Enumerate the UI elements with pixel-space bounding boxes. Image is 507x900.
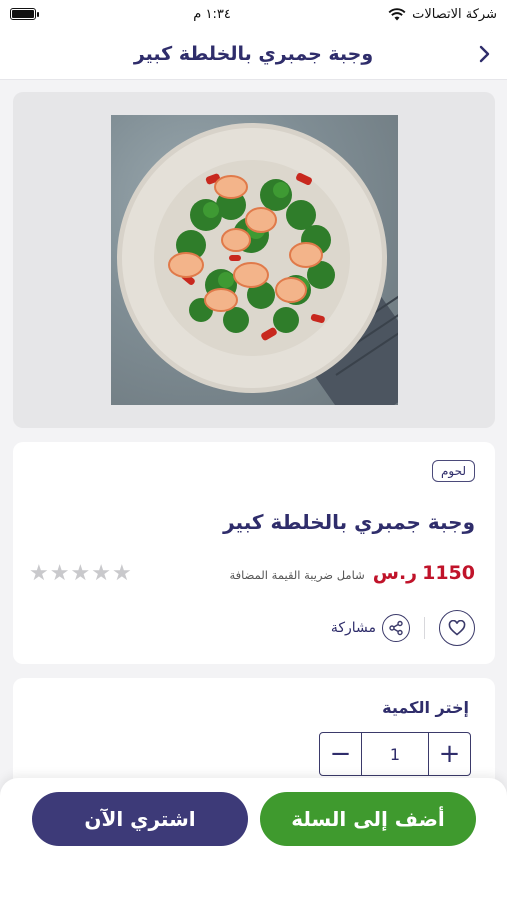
favorite-button[interactable]: [439, 610, 475, 646]
actions-divider: [424, 617, 425, 639]
increase-quantity-button[interactable]: +: [428, 733, 470, 775]
product-image-card: [13, 92, 495, 428]
decrease-quantity-button[interactable]: −: [320, 733, 362, 775]
quantity-title: إختر الكمية: [382, 698, 469, 717]
share-button[interactable]: مشاركة: [331, 614, 410, 642]
product-info-card: لحوم وجبة جمبري بالخلطة كبير 1150 ر.س شا…: [13, 442, 495, 664]
wifi-icon: [388, 7, 406, 21]
share-label: مشاركة: [330, 620, 376, 636]
star-icon[interactable]: ★: [70, 563, 90, 585]
status-left: [10, 8, 39, 20]
app-header: وجبة جمبري بالخلطة كبير: [0, 28, 507, 80]
page-title: وجبة جمبري بالخلطة كبير: [133, 42, 374, 65]
status-bar: ١:٣٤ م شركة الاتصالات: [0, 0, 507, 28]
price-currency: ر.س: [372, 562, 418, 584]
quantity-stepper: − 1 +: [319, 732, 471, 776]
heart-icon: [448, 620, 466, 636]
battery-icon: [10, 8, 39, 20]
chevron-right-icon: [479, 45, 490, 63]
back-button[interactable]: [471, 40, 497, 68]
carrier-name: شركة الاتصالات: [412, 6, 497, 22]
star-icon[interactable]: ★: [91, 563, 111, 585]
status-time: ١:٣٤ م: [193, 6, 231, 22]
category-badge[interactable]: لحوم: [431, 460, 475, 482]
share-icon: [382, 614, 410, 642]
add-to-cart-button[interactable]: أضف إلى السلة: [260, 792, 476, 846]
price-row: 1150 ر.س شامل ضريبة القيمة المضافة: [230, 562, 475, 584]
status-right: شركة الاتصالات: [388, 7, 497, 22]
star-icon[interactable]: ★: [50, 563, 70, 585]
product-image: [110, 115, 398, 405]
price-value: 1150: [422, 562, 475, 584]
star-icon[interactable]: ★: [29, 563, 49, 585]
star-icon[interactable]: ★: [112, 563, 132, 585]
buy-now-button[interactable]: اشتري الآن: [32, 792, 248, 846]
quantity-value[interactable]: 1: [362, 733, 428, 775]
rating-stars[interactable]: ★ ★ ★ ★ ★: [29, 563, 132, 585]
product-actions: مشاركة: [331, 610, 475, 646]
vat-note: شامل ضريبة القيمة المضافة: [229, 568, 365, 582]
bottom-action-bar: اشتري الآن أضف إلى السلة: [0, 778, 507, 900]
product-title: وجبة جمبري بالخلطة كبير: [223, 510, 475, 534]
